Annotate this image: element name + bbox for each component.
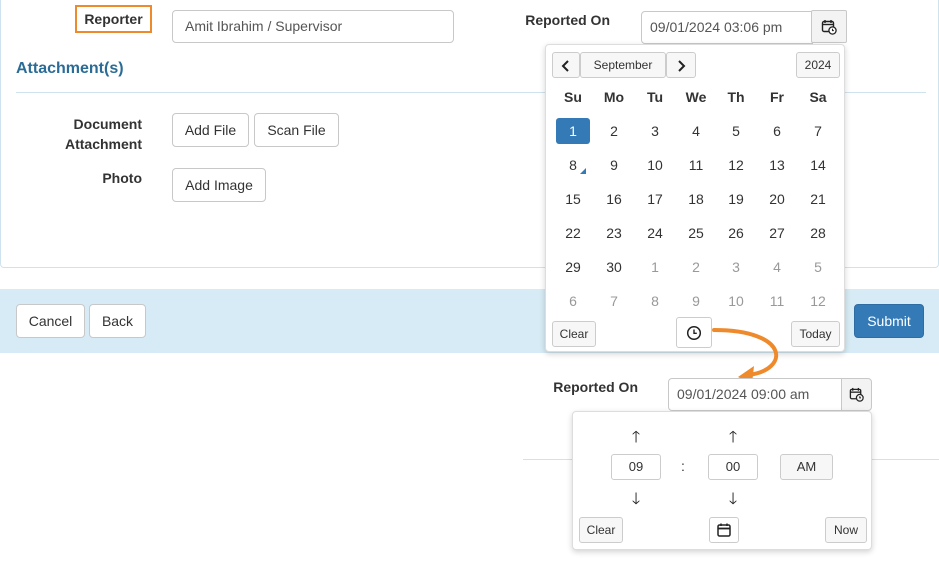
document-label-line2: Attachment: [64, 136, 142, 152]
clear-button[interactable]: Clear: [552, 321, 596, 347]
calendar-day[interactable]: 6: [760, 118, 794, 144]
calendar-day[interactable]: 19: [719, 186, 753, 212]
calendar-day[interactable]: 11: [679, 152, 713, 178]
calendar-day[interactable]: 4: [679, 118, 713, 144]
reported-on-label: Reported On: [525, 12, 610, 28]
calendar-day[interactable]: 8: [556, 152, 590, 178]
reporter-label: Reporter: [75, 5, 152, 33]
calendar-day[interactable]: 8: [638, 288, 672, 314]
calendar-day[interactable]: 6: [556, 288, 590, 314]
event-marker-icon: [580, 168, 586, 174]
chevron-left-icon: [561, 60, 569, 72]
reporter-input[interactable]: Amit Ibrahim / Supervisor: [172, 10, 454, 43]
calendar-day[interactable]: 25: [679, 220, 713, 246]
calendar-day[interactable]: 2: [679, 254, 713, 280]
timepicker-popup: 🡑 🡑 09 : 00 AM 🡓 🡓 Clear Now: [572, 411, 872, 550]
calendar-icon: [717, 523, 731, 537]
calendar-day[interactable]: 7: [801, 118, 835, 144]
calendar-day[interactable]: 9: [597, 152, 631, 178]
next-month-button[interactable]: [666, 52, 696, 78]
reported-on-label-time: Reported On: [553, 379, 638, 395]
attachments-title: Attachment(s): [16, 60, 124, 77]
calendar-day[interactable]: 12: [719, 152, 753, 178]
weekday-header: Sa: [809, 89, 827, 105]
reported-on-time-input[interactable]: 09/01/2024 09:00 am: [668, 378, 842, 411]
minute-increment-button[interactable]: 🡑: [723, 426, 743, 453]
photo-label: Photo: [102, 170, 142, 186]
reported-on-input[interactable]: 09/01/2024 03:06 pm: [641, 11, 813, 44]
time-clear-button[interactable]: Clear: [579, 517, 623, 543]
weekday-header: Fr: [770, 89, 784, 105]
calendar-day[interactable]: 21: [801, 186, 835, 212]
calendar-day[interactable]: 16: [597, 186, 631, 212]
calendar-day[interactable]: 3: [719, 254, 753, 280]
year-selector[interactable]: 2024: [796, 52, 840, 78]
clock-icon: [686, 325, 702, 340]
calendar-day[interactable]: 29: [556, 254, 590, 280]
calendar-day[interactable]: 24: [638, 220, 672, 246]
calendar-day[interactable]: 12: [801, 288, 835, 314]
minute-field[interactable]: 00: [708, 454, 758, 480]
calendar-day[interactable]: 22: [556, 220, 590, 246]
calendar-day[interactable]: 1: [556, 118, 590, 144]
calendar-day[interactable]: 27: [760, 220, 794, 246]
chevron-right-icon: [678, 60, 686, 72]
calendar-day[interactable]: 11: [760, 288, 794, 314]
calendar-day[interactable]: 5: [719, 118, 753, 144]
month-selector[interactable]: September: [580, 52, 666, 78]
weekday-header: Tu: [646, 89, 664, 105]
calendar-day[interactable]: 4: [760, 254, 794, 280]
calendar-day[interactable]: 3: [638, 118, 672, 144]
weekday-header: Th: [727, 89, 745, 105]
submit-button[interactable]: Submit: [854, 304, 924, 338]
calendar-day[interactable]: 5: [801, 254, 835, 280]
add-file-button[interactable]: Add File: [172, 113, 249, 147]
calendar-day[interactable]: 13: [760, 152, 794, 178]
hour-increment-button[interactable]: 🡑: [626, 426, 646, 453]
calendar-day[interactable]: 9: [679, 288, 713, 314]
hour-decrement-button[interactable]: 🡓: [626, 488, 646, 515]
minute-decrement-button[interactable]: 🡓: [723, 488, 743, 515]
document-attachment-label: Document Attachment: [40, 114, 142, 154]
calendar-day[interactable]: 10: [638, 152, 672, 178]
scan-file-button[interactable]: Scan File: [254, 113, 339, 147]
calendar-day[interactable]: 18: [679, 186, 713, 212]
calendar-day[interactable]: 15: [556, 186, 590, 212]
calendar-day[interactable]: 23: [597, 220, 631, 246]
calendar-day[interactable]: 14: [801, 152, 835, 178]
time-picker-toggle-button[interactable]: [676, 317, 712, 348]
hour-field[interactable]: 09: [611, 454, 661, 480]
calendar-day[interactable]: 20: [760, 186, 794, 212]
cancel-button[interactable]: Cancel: [16, 304, 85, 338]
calendar-day[interactable]: 26: [719, 220, 753, 246]
weekday-header: Mo: [603, 89, 625, 105]
calendar-day[interactable]: 30: [597, 254, 631, 280]
datepicker-popup: September 2024 Su Mo Tu We Th Fr Sa 1234567891…: [545, 44, 845, 352]
calendar-day[interactable]: 28: [801, 220, 835, 246]
weekday-header: We: [685, 89, 707, 105]
prev-month-button[interactable]: [552, 52, 580, 78]
document-label-line1: Document: [73, 116, 142, 132]
calendar-day[interactable]: 17: [638, 186, 672, 212]
add-image-button[interactable]: Add Image: [172, 168, 266, 202]
calendar-day[interactable]: 2: [597, 118, 631, 144]
weekday-header: Su: [564, 89, 582, 105]
now-button[interactable]: Now: [825, 517, 867, 543]
calendar-day[interactable]: 1: [638, 254, 672, 280]
back-button[interactable]: Back: [89, 304, 146, 338]
date-picker-toggle-button[interactable]: [709, 517, 739, 543]
calendar-day[interactable]: 7: [597, 288, 631, 314]
today-button[interactable]: Today: [791, 321, 840, 347]
calendar-clock-icon: [849, 387, 864, 402]
time-separator: :: [681, 458, 685, 474]
am-pm-toggle[interactable]: AM: [780, 454, 833, 480]
calendar-day[interactable]: 10: [719, 288, 753, 314]
calendar-clock-icon: [821, 19, 837, 35]
calendar-toggle-button[interactable]: [811, 10, 847, 43]
calendar-toggle-button-time[interactable]: [841, 378, 872, 411]
